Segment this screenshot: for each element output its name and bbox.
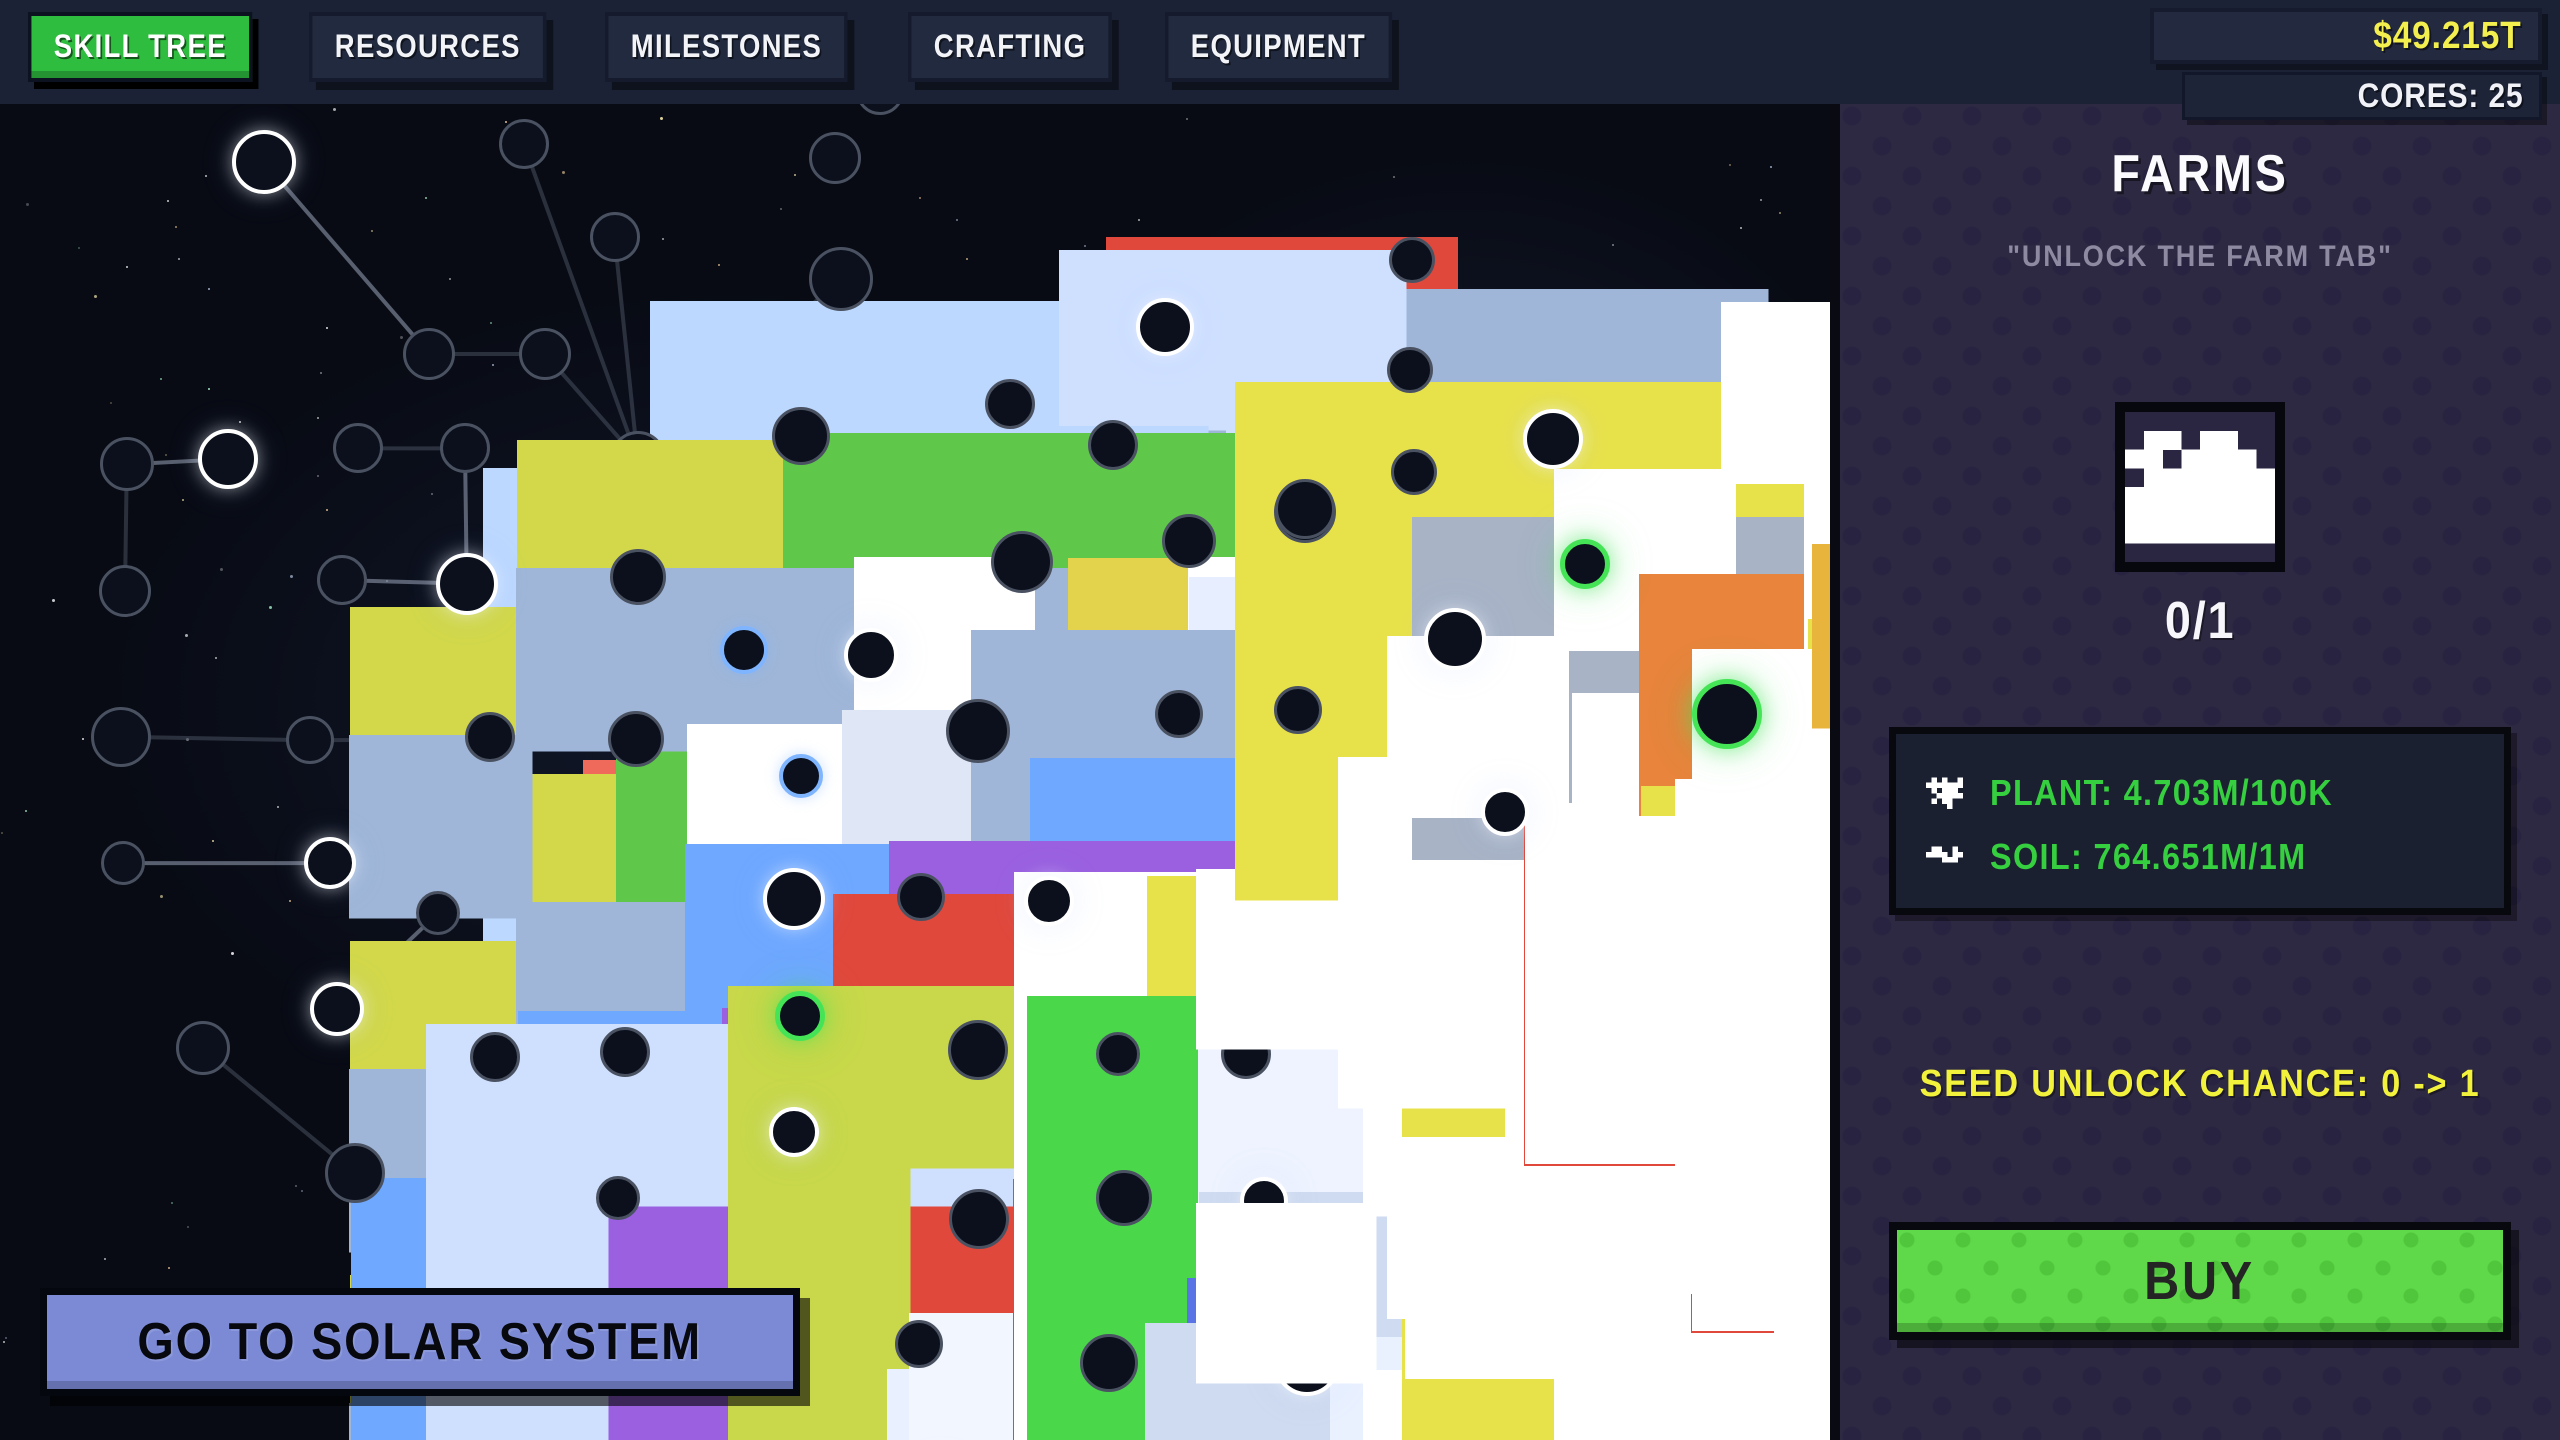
skill-node-stack[interactable] (99, 437, 1702, 1440)
skill-node-phone[interactable] (1387, 347, 1830, 1440)
cores-display: CORES: 25 (2182, 72, 2542, 120)
skill-node-ring[interactable] (101, 841, 1707, 1440)
skill-node-dots[interactable] (286, 716, 1723, 1406)
skill-node-slash-box[interactable] (176, 1021, 1779, 1440)
page-title: FARMS (2111, 145, 2289, 203)
skill-node-note[interactable] (596, 1175, 1830, 1440)
skill-node-green-box[interactable] (774, 991, 1830, 1440)
skill-node-wind[interactable] (519, 328, 1830, 1350)
tab-skill-tree[interactable]: SKILL TREE (28, 12, 253, 82)
skill-node-cell[interactable] (309, 982, 1746, 1440)
farm-icon (2115, 402, 2285, 577)
skill-node-gate[interactable] (984, 378, 1830, 1440)
money-display: $49.215T (2150, 8, 2542, 64)
go-to-solar-system-button[interactable]: GO TO SOLAR SYSTEM (40, 1288, 800, 1396)
skill-node-wind[interactable] (403, 328, 1830, 1350)
tab-milestones[interactable]: MILESTONES (605, 12, 849, 82)
skill-node-wind[interactable] (589, 211, 1830, 1235)
skill-node-blob[interactable] (1388, 236, 1830, 1094)
top-bar: SKILL TREE RESOURCES MILESTONES CRAFTING EQU… (0, 0, 2560, 120)
skill-node-bottle[interactable] (91, 706, 1525, 1440)
solar-button-label: GO TO SOLAR SYSTEM (137, 1313, 703, 1371)
cost-row: SOIL: 764.651M/1M (1926, 836, 2474, 878)
skill-effect-text: SEED UNLOCK CHANCE: 0 -> 1 (1919, 1063, 2481, 1105)
tab-bar: SKILL TREE RESOURCES MILESTONES CRAFTING EQU… (28, 12, 1429, 82)
soil-icon (1926, 836, 1968, 878)
skill-icon-block: 0/1 (1874, 402, 2526, 651)
skill-detail-panel: FARMS "UNLOCK THE FARM TAB" 0/1 PLANT: 4… (1830, 104, 2560, 1440)
skill-node-white-box[interactable] (763, 867, 1830, 1440)
skill-node-gear-small[interactable] (317, 555, 1830, 1440)
skill-node-basket[interactable] (435, 552, 1830, 1440)
cost-label: SOIL: 764.651M/1M (1990, 836, 2307, 877)
skill-node-arrow-down[interactable] (464, 711, 1830, 1440)
cost-row: PLANT: 4.703M/100K (1926, 772, 2474, 814)
skill-node-crown[interactable] (1087, 419, 1830, 1440)
skill-node-question[interactable] (1480, 787, 1529, 836)
skill-node-cell[interactable] (416, 890, 1830, 1440)
skill-node-ring[interactable] (303, 837, 1830, 1440)
game-screen: SKILL TREE RESOURCES MILESTONES CRAFTING EQU… (0, 0, 2560, 1440)
skill-node-wind[interactable] (609, 548, 1830, 1440)
skill-node-gear-small[interactable] (470, 1032, 1830, 1440)
skill-node-wind[interactable] (498, 119, 1830, 1142)
skill-tree-canvas[interactable]: GO TO SOLAR SYSTEM (0, 104, 1830, 1440)
buy-button[interactable]: BUY (1889, 1222, 2511, 1340)
skill-node-yellow-box[interactable] (896, 872, 1830, 1440)
skill-node-stack[interactable] (99, 564, 1702, 1440)
skill-node-noise[interactable] (1154, 689, 1830, 1440)
skill-node-blob[interactable] (1275, 478, 1830, 1331)
skill-node-corner[interactable] (779, 753, 1830, 1440)
skill-node-expand[interactable] (808, 247, 1830, 1440)
skill-node-note[interactable] (600, 1026, 1830, 1440)
skill-node-device[interactable] (769, 1106, 1830, 1440)
tab-equipment[interactable]: EQUIPMENT (1165, 12, 1392, 82)
money-value: $49.215T (2373, 14, 2522, 57)
skill-node-wind[interactable] (607, 710, 1830, 1440)
skill-node-wind[interactable] (843, 627, 1830, 1440)
skill-node-box-gem[interactable] (720, 625, 1830, 1440)
skill-node-bolt[interactable] (324, 1142, 1591, 1440)
skill-node-farm[interactable] (1692, 678, 1763, 749)
cost-box: PLANT: 4.703M/100K SOIL: 764.651M/1M (1889, 727, 2511, 915)
skill-node-cross-red[interactable] (855, 104, 1830, 1257)
skill-node-expand-y[interactable] (1559, 539, 1830, 729)
skill-node-helmet[interactable] (894, 1319, 1830, 1440)
cores-value: CORES: 25 (2357, 76, 2523, 115)
tab-resources[interactable]: RESOURCES (309, 12, 547, 82)
skill-node-noise[interactable] (1423, 607, 1830, 1294)
plant-icon (1926, 772, 1968, 814)
skill-node-key[interactable] (772, 406, 1830, 1427)
buy-button-label: BUY (2144, 1251, 2256, 1311)
cost-label: PLANT: 4.703M/100K (1990, 772, 2334, 813)
skill-node-battery[interactable] (198, 429, 1633, 1440)
skill-level: 0/1 (2164, 592, 2236, 650)
tab-crafting[interactable]: CRAFTING (907, 12, 1112, 82)
skill-node-sparkle[interactable] (1135, 298, 1830, 1440)
skill-node-target[interactable] (1522, 409, 1830, 1430)
skill-description: "UNLOCK THE FARM TAB" (2007, 240, 2393, 273)
skill-node-swirl[interactable] (231, 129, 1830, 1317)
